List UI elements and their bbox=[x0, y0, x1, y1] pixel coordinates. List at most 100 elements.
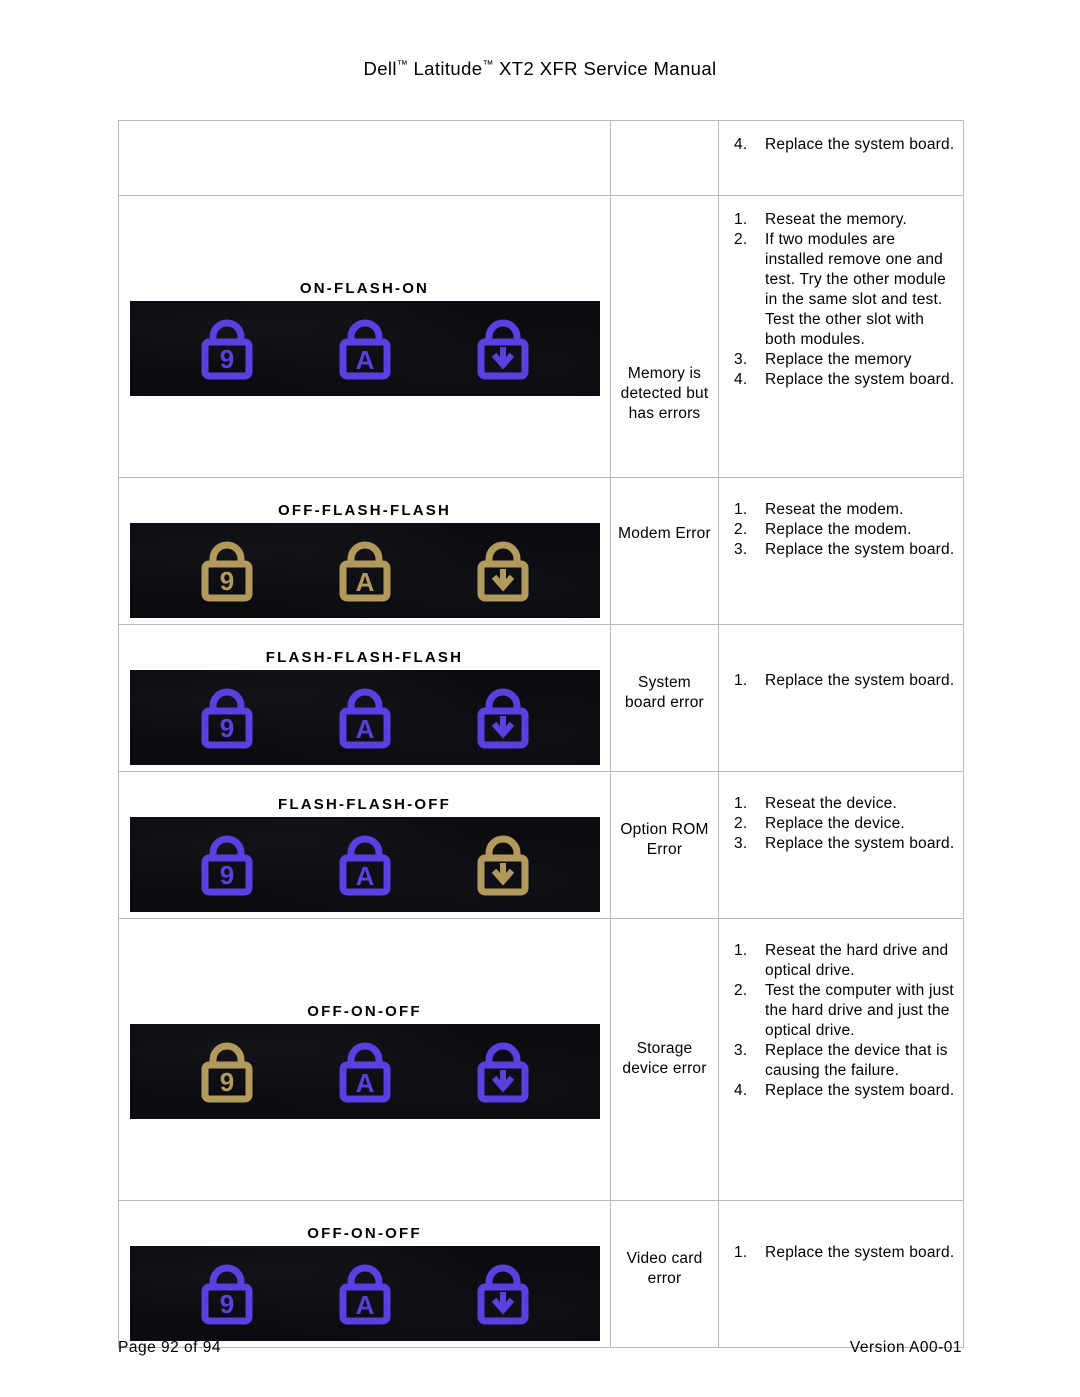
list-item: 3. Replace the system board. bbox=[729, 540, 955, 560]
led-image-cell: FLASH-FLASH-OFF 9 A bbox=[118, 771, 611, 919]
svg-text:A: A bbox=[355, 1290, 374, 1320]
step-number: 3. bbox=[734, 541, 748, 558]
caps-lock-icon: A bbox=[331, 1039, 399, 1105]
svg-text:9: 9 bbox=[219, 344, 233, 374]
description-text: Video card error bbox=[626, 1250, 703, 1287]
step-text: Replace the system board. bbox=[765, 136, 955, 153]
description-cell bbox=[610, 120, 719, 196]
svg-text:9: 9 bbox=[219, 1289, 233, 1319]
step-text: Replace the memory bbox=[765, 351, 912, 368]
description-cell: Memory is detected but has errors bbox=[610, 195, 719, 478]
list-item: 1. Reseat the modem. bbox=[729, 500, 955, 520]
led-code-label: ON-FLASH-ON bbox=[299, 280, 430, 297]
num-lock-icon: 9 bbox=[193, 685, 261, 751]
header-title-model: XT2 XFR Service Manual bbox=[493, 58, 717, 79]
steps-cell: 1. Reseat the modem. 2. Replace the modem.… bbox=[718, 477, 964, 625]
steps-cell: 1. Reseat the hard drive and optical driv… bbox=[718, 918, 964, 1201]
list-item: 4. Replace the system board. bbox=[729, 370, 955, 390]
led-image-cell: OFF-FLASH-FLASH 9 A bbox=[118, 477, 611, 625]
steps-cell: 1. Replace the system board. bbox=[718, 1200, 964, 1348]
led-status-image: 9 A bbox=[129, 1024, 600, 1119]
step-number: 2. bbox=[734, 521, 748, 538]
led-image-cell bbox=[118, 120, 611, 196]
step-number: 3. bbox=[734, 351, 748, 368]
num-lock-icon: 9 bbox=[193, 1039, 261, 1105]
table-row: 4. Replace the system board. bbox=[118, 120, 964, 196]
step-number: 2. bbox=[734, 982, 748, 999]
svg-text:A: A bbox=[355, 714, 374, 744]
scroll-lock-icon bbox=[469, 1039, 537, 1105]
trademark-icon: ™ bbox=[482, 59, 494, 71]
svg-text:9: 9 bbox=[219, 713, 233, 743]
scroll-lock-icon bbox=[469, 685, 537, 751]
led-code-label: FLASH-FLASH-OFF bbox=[278, 796, 451, 813]
list-item: 1. Replace the system board. bbox=[729, 671, 955, 691]
scroll-lock-icon bbox=[469, 316, 537, 382]
diagnostic-code-table: 4. Replace the system board. ON-FLASH-ON bbox=[118, 120, 964, 1348]
scroll-lock-icon bbox=[469, 538, 537, 604]
caps-lock-icon: A bbox=[331, 685, 399, 751]
step-text: Replace the system board. bbox=[765, 371, 955, 388]
list-item: 2. Replace the modem. bbox=[729, 520, 955, 540]
step-number: 1. bbox=[734, 211, 748, 228]
svg-text:A: A bbox=[355, 861, 374, 891]
description-text: Modem Error bbox=[618, 525, 711, 542]
led-image-cell: OFF-ON-OFF 9 A bbox=[118, 918, 611, 1201]
num-lock-icon: 9 bbox=[193, 1261, 261, 1327]
step-number: 1. bbox=[734, 942, 748, 959]
header-title-dell: Dell bbox=[363, 58, 397, 79]
step-text: Replace the modem. bbox=[765, 521, 912, 538]
header-title-latitude: Latitude bbox=[407, 58, 483, 79]
led-status-image: 9 A bbox=[129, 670, 600, 765]
step-number: 1. bbox=[734, 795, 748, 812]
list-item: 3. Replace the system board. bbox=[729, 834, 955, 854]
table-row: ON-FLASH-ON 9 A Memory is detected but h… bbox=[118, 195, 964, 478]
svg-text:9: 9 bbox=[219, 860, 233, 890]
scroll-lock-icon bbox=[469, 1261, 537, 1327]
steps-list: 1. Reseat the hard drive and optical driv… bbox=[719, 919, 963, 1115]
table-row: OFF-FLASH-FLASH 9 A Modem Error 1. Resea… bbox=[118, 477, 964, 625]
steps-list: 4. Replace the system board. bbox=[719, 121, 963, 169]
description-cell: Storage device error bbox=[610, 918, 719, 1201]
scroll-lock-icon bbox=[469, 832, 537, 898]
list-item: 3. Replace the memory bbox=[729, 350, 955, 370]
step-text: Replace the system board. bbox=[765, 835, 955, 852]
table-row: FLASH-FLASH-OFF 9 A Option ROM Error 1. … bbox=[118, 771, 964, 919]
list-item: 1. Replace the system board. bbox=[729, 1243, 955, 1263]
svg-text:A: A bbox=[355, 345, 374, 375]
led-code-label: OFF-ON-OFF bbox=[307, 1225, 422, 1242]
list-item: 2. Test the computer with just the hard d… bbox=[729, 981, 955, 1041]
led-status-image: 9 A bbox=[129, 301, 600, 396]
trademark-icon: ™ bbox=[396, 59, 408, 71]
svg-text:A: A bbox=[355, 1068, 374, 1098]
step-text: Replace the system board. bbox=[765, 672, 955, 689]
description-text: Storage device error bbox=[622, 1040, 707, 1077]
steps-cell: 1. Reseat the memory. 2. If two modules ar… bbox=[718, 195, 964, 478]
list-item: 2. Replace the device. bbox=[729, 814, 955, 834]
step-number: 2. bbox=[734, 815, 748, 832]
step-number: 1. bbox=[734, 672, 748, 689]
step-number: 4. bbox=[734, 371, 748, 388]
document-page: Dell™ Latitude™ XT2 XFR Service Manual 4… bbox=[0, 0, 1080, 1397]
led-code-label: OFF-ON-OFF bbox=[307, 1003, 422, 1020]
steps-cell: 1. Replace the system board. bbox=[718, 624, 964, 772]
led-code-label: OFF-FLASH-FLASH bbox=[278, 502, 451, 519]
led-status-image: 9 A bbox=[129, 817, 600, 912]
led-status-image: 9 A bbox=[129, 523, 600, 618]
table-row: OFF-ON-OFF 9 bbox=[118, 918, 964, 1201]
caps-lock-icon: A bbox=[331, 316, 399, 382]
list-item: 3. Replace the device that is causing the… bbox=[729, 1041, 955, 1081]
num-lock-icon: 9 bbox=[193, 538, 261, 604]
list-item: 4. Replace the system board. bbox=[729, 1081, 955, 1101]
step-text: Replace the device. bbox=[765, 815, 905, 832]
led-image-cell: OFF-ON-OFF 9 A bbox=[118, 1200, 611, 1348]
list-item: 1. Reseat the hard drive and optical driv… bbox=[729, 941, 955, 981]
step-text: Replace the system board. bbox=[765, 1082, 955, 1099]
step-text: Replace the system board. bbox=[765, 1244, 955, 1261]
description-cell: Modem Error bbox=[610, 477, 719, 625]
steps-list: 1. Reseat the memory. 2. If two modules ar… bbox=[719, 196, 963, 404]
table-row: FLASH-FLASH-FLASH 9 A System board error… bbox=[118, 624, 964, 772]
step-number: 3. bbox=[734, 1042, 748, 1059]
description-text: Memory is detected but has errors bbox=[620, 365, 709, 422]
svg-text:9: 9 bbox=[219, 566, 233, 596]
